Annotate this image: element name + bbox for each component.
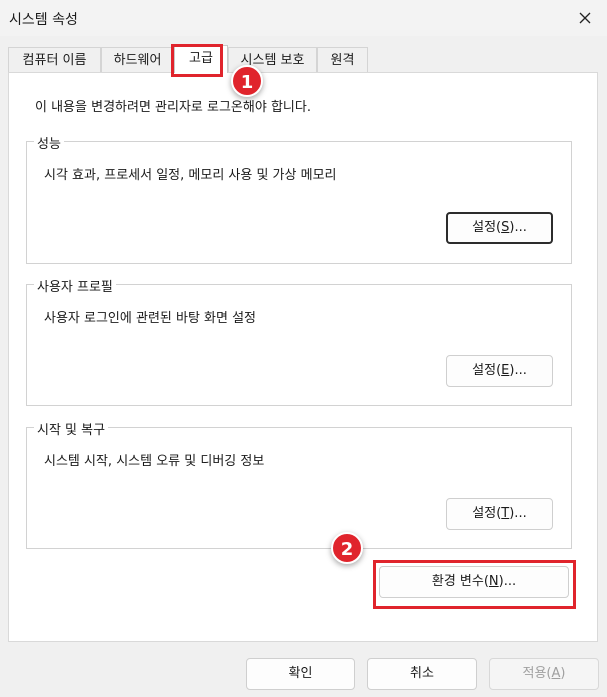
- tab-hardware[interactable]: 하드웨어: [101, 47, 174, 73]
- button-label: )...: [509, 506, 527, 521]
- user-profiles-settings-button[interactable]: 설정(E)...: [446, 355, 553, 387]
- button-label: ): [560, 666, 566, 681]
- window-title: 시스템 속성: [9, 12, 78, 28]
- group-desc-performance: 시각 효과, 프로세서 일정, 메모리 사용 및 가상 메모리: [44, 168, 337, 183]
- tab-remote[interactable]: 원격: [317, 47, 368, 73]
- tab-computer-name[interactable]: 컴퓨터 이름: [8, 47, 101, 73]
- group-user-profiles: [26, 284, 572, 406]
- button-label: )...: [509, 220, 527, 235]
- group-performance: [26, 141, 572, 264]
- annotation-badge-2: 2: [331, 532, 363, 564]
- highlight-environment-variables: [373, 560, 576, 609]
- cancel-button[interactable]: 취소: [367, 658, 477, 690]
- title-bar: 시스템 속성: [0, 0, 607, 36]
- apply-button[interactable]: 적용(A): [489, 658, 599, 690]
- startup-recovery-settings-button[interactable]: 설정(T)...: [446, 498, 553, 530]
- close-icon[interactable]: [574, 7, 596, 29]
- group-title-user-profiles: 사용자 프로필: [34, 276, 116, 295]
- group-desc-user-profiles: 사용자 로그인에 관련된 바탕 화면 설정: [44, 311, 257, 326]
- ok-button[interactable]: 확인: [246, 658, 355, 690]
- performance-settings-button[interactable]: 설정(S)...: [446, 212, 553, 244]
- admin-notice: 이 내용을 변경하려면 관리자로 로그온해야 합니다.: [35, 100, 311, 115]
- group-title-startup-recovery: 시작 및 복구: [34, 419, 109, 438]
- group-title-performance: 성능: [34, 133, 64, 152]
- button-label: 설정(: [472, 363, 502, 378]
- annotation-badge-1: 1: [231, 65, 263, 97]
- button-label: 설정(: [472, 220, 502, 235]
- button-label: 적용(: [522, 666, 552, 681]
- highlight-advanced-tab: [171, 44, 223, 77]
- group-desc-startup-recovery: 시스템 시작, 시스템 오류 및 디버깅 정보: [44, 454, 265, 469]
- group-startup-recovery: [26, 427, 572, 549]
- button-label: 설정(: [472, 506, 502, 521]
- button-label: )...: [509, 363, 527, 378]
